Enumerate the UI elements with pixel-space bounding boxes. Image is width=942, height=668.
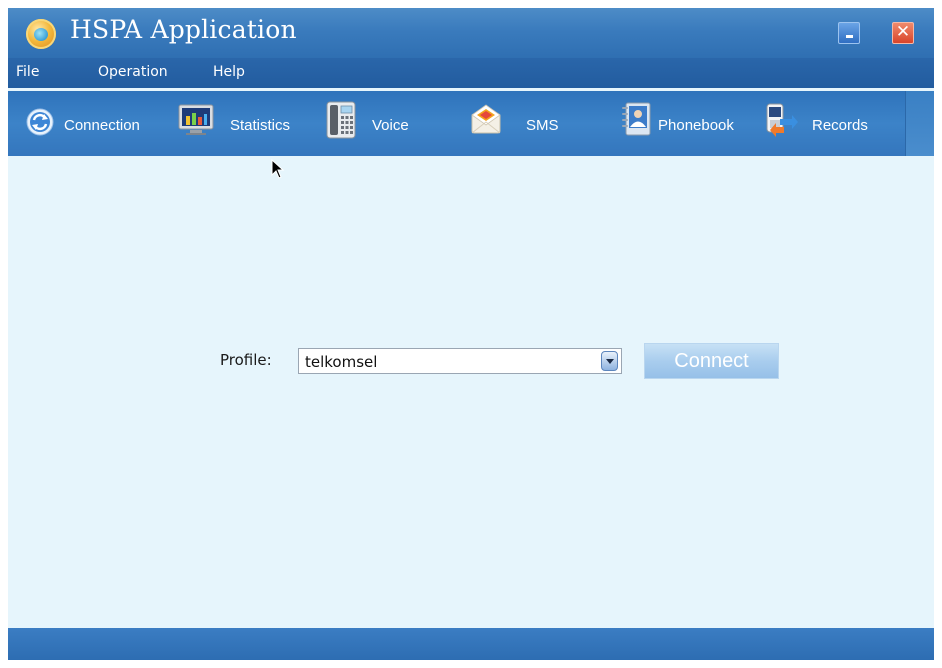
profile-label: Profile: [220,351,272,369]
toolbar-records-button[interactable]: Records [764,91,884,156]
profile-select[interactable]: telkomsel [298,348,622,374]
window-title: HSPA Application [70,15,297,44]
menu-help[interactable]: Help [213,64,245,80]
title-bar: HSPA Application ✕ [8,8,934,58]
status-bar [8,628,934,660]
toolbar-records-label: Records [812,117,868,134]
toolbar-sms-label: SMS [526,117,559,134]
main-toolbar: Connection Statistics Voice SMS Phoneboo… [8,91,934,156]
connection-icon [26,108,54,136]
app-window: HSPA Application ✕ File Operation Help C… [8,8,934,660]
menu-bar: File Operation Help [8,58,934,88]
toolbar-connection-button[interactable]: Connection [22,91,162,156]
toolbar-statistics-label: Statistics [230,117,291,134]
connect-button[interactable]: Connect [644,343,779,379]
toolbar-connection-label: Connection [64,117,140,134]
menu-file[interactable]: File [16,64,39,80]
sms-icon [471,104,501,134]
menu-operation[interactable]: Operation [98,64,168,80]
close-button[interactable]: ✕ [892,22,914,44]
connection-panel: Profile: telkomsel Connect [8,156,934,628]
minimize-button[interactable] [838,22,860,44]
close-icon: ✕ [895,22,911,42]
toolbar-sms-button[interactable]: SMS [470,91,570,156]
toolbar-voice-button[interactable]: Voice [326,91,426,156]
statistics-icon [178,104,214,135]
mouse-cursor-icon [271,159,285,179]
profile-select-value: telkomsel [305,353,378,371]
toolbar-voice-label: Voice [372,117,409,134]
phonebook-icon [622,102,651,136]
chevron-down-icon[interactable] [601,351,618,371]
toolbar-end-cap [905,91,934,156]
toolbar-phonebook-button[interactable]: Phonebook [620,91,750,156]
app-logo-icon [26,19,56,49]
records-icon [766,103,798,137]
toolbar-statistics-button[interactable]: Statistics [178,91,298,156]
toolbar-phonebook-label: Phonebook [658,117,734,134]
voice-icon [326,101,356,139]
